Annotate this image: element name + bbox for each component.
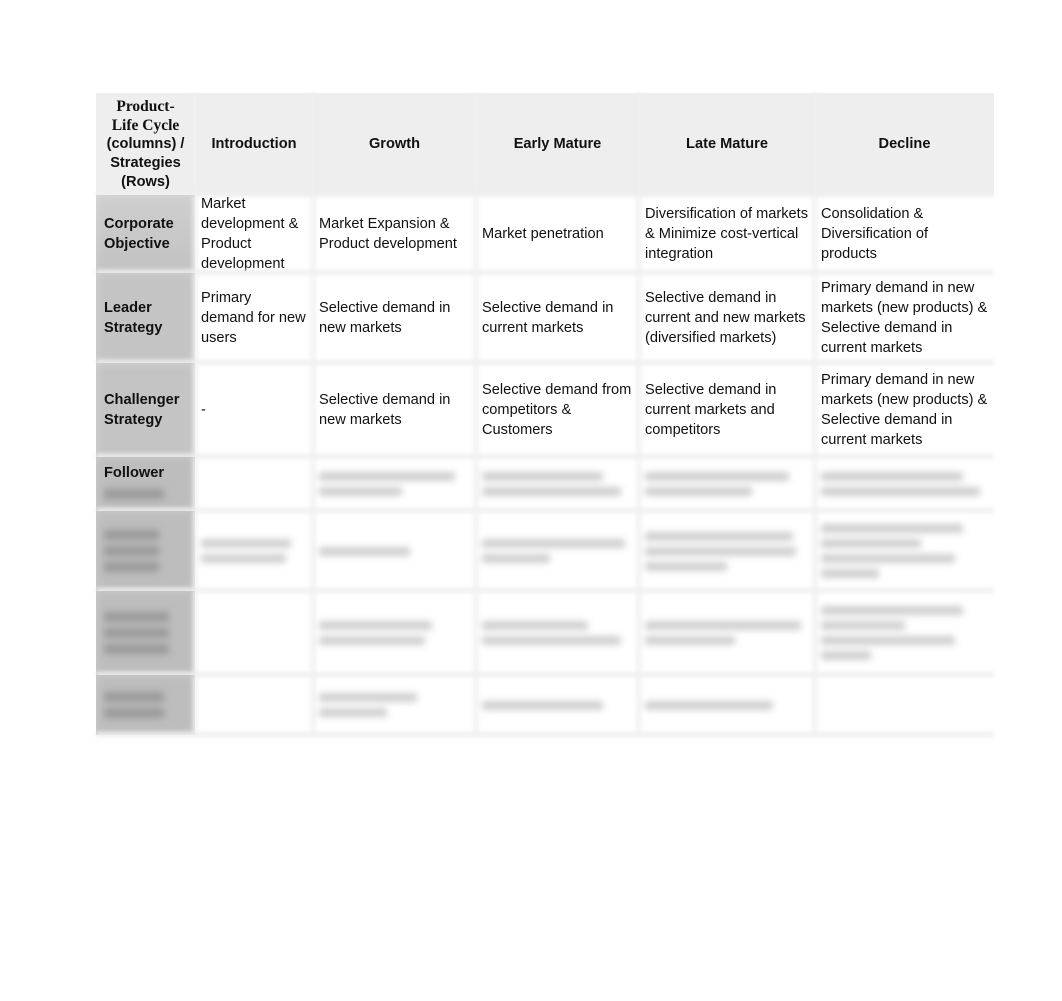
corner-header-line: (columns) / — [106, 135, 185, 152]
blurred-cell — [195, 457, 313, 511]
table-cell: Diversification of markets & Minimize co… — [639, 195, 815, 273]
table-cell: Selective demand from competitors & Cust… — [476, 363, 639, 457]
blurred-content — [482, 533, 633, 569]
table-cell: Selective demand in new markets — [313, 363, 476, 457]
blurred-cell — [195, 675, 313, 735]
table-row-challenger-strategy: Challenger Strategy - Selective demand i… — [96, 363, 994, 457]
table-cell: Selective demand in new markets — [313, 273, 476, 363]
blurred-content — [201, 533, 307, 569]
row-label: Leader Strategy — [96, 273, 195, 363]
table-header-row: Product- Life Cycle (columns) / Strategi… — [96, 93, 994, 195]
table-cell: Selective demand in current markets and … — [639, 363, 815, 457]
blurred-cell — [195, 591, 313, 675]
blurred-cell — [313, 591, 476, 675]
blurred-content — [821, 518, 988, 584]
table-cell: Market penetration — [476, 195, 639, 273]
blurred-content — [319, 615, 470, 651]
blurred-content — [482, 695, 633, 716]
blurred-content — [104, 483, 164, 505]
row-label: Follower — [96, 457, 195, 511]
blurred-cell — [639, 675, 815, 735]
blurred-content — [645, 466, 809, 502]
row-label: Corporate Objective — [96, 195, 195, 273]
table-cell: Consolidation & Diversification of produ… — [815, 195, 994, 273]
row-label-blurred — [96, 591, 195, 675]
table-row-leader-strategy: Leader Strategy Primary demand for new u… — [96, 273, 994, 363]
column-header-late-mature: Late Mature — [639, 93, 815, 195]
table-row-follower-blurred: Follower — [96, 457, 994, 511]
blurred-cell — [815, 591, 994, 675]
strategy-table: Product- Life Cycle (columns) / Strategi… — [96, 93, 994, 735]
blurred-cell — [639, 457, 815, 511]
blurred-content — [482, 466, 633, 502]
blurred-cell — [815, 675, 994, 735]
column-header-growth: Growth — [313, 93, 476, 195]
corner-header-line: Product- — [116, 97, 175, 115]
table-cell: Primary demand for new users — [195, 273, 313, 363]
blurred-cell — [313, 675, 476, 735]
blurred-content — [104, 524, 159, 578]
corner-header-line: Life Cycle — [111, 116, 180, 134]
blurred-cell — [313, 511, 476, 591]
blurred-cell — [476, 457, 639, 511]
row-label-blurred — [96, 511, 195, 591]
blurred-content — [104, 686, 164, 724]
table-cell: Primary demand in new markets (new produ… — [815, 363, 994, 457]
column-header-early-mature: Early Mature — [476, 93, 639, 195]
blurred-cell — [313, 457, 476, 511]
blurred-content — [319, 541, 470, 562]
row-label-blurred — [96, 675, 195, 735]
blurred-content — [821, 600, 988, 666]
blurred-cell — [195, 511, 313, 591]
table-row-blurred — [96, 675, 994, 735]
table-cell: Primary demand in new markets (new produ… — [815, 273, 994, 363]
blurred-content — [319, 466, 470, 502]
column-header-decline: Decline — [815, 93, 994, 195]
blurred-content — [645, 615, 809, 651]
table-cell: Selective demand in current markets — [476, 273, 639, 363]
blurred-cell — [815, 457, 994, 511]
table-cell: Selective demand in current and new mark… — [639, 273, 815, 363]
blurred-content — [482, 615, 633, 651]
blurred-content — [645, 695, 809, 716]
blurred-cell — [639, 511, 815, 591]
table-row-corporate-objective: Corporate Objective Market development &… — [96, 195, 994, 273]
blurred-cell — [476, 591, 639, 675]
blurred-content — [645, 526, 809, 577]
row-label-text: Follower — [104, 465, 164, 481]
blurred-cell — [639, 591, 815, 675]
blurred-content — [319, 687, 470, 723]
table-row-blurred — [96, 591, 994, 675]
blurred-content — [104, 606, 169, 660]
table-cell: Market development & Product development — [195, 195, 313, 273]
blurred-cell — [476, 511, 639, 591]
row-label: Challenger Strategy — [96, 363, 195, 457]
corner-header-line: (Rows) — [121, 173, 170, 190]
table-cell: - — [195, 363, 313, 457]
corner-header-cell: Product- Life Cycle (columns) / Strategi… — [96, 93, 195, 195]
blurred-content — [821, 466, 988, 502]
column-header-introduction: Introduction — [195, 93, 313, 195]
table-cell: Market Expansion & Product development — [313, 195, 476, 273]
blurred-cell — [815, 511, 994, 591]
table-row-blurred — [96, 511, 994, 591]
corner-header-line: Strategies — [110, 154, 181, 171]
blurred-cell — [476, 675, 639, 735]
